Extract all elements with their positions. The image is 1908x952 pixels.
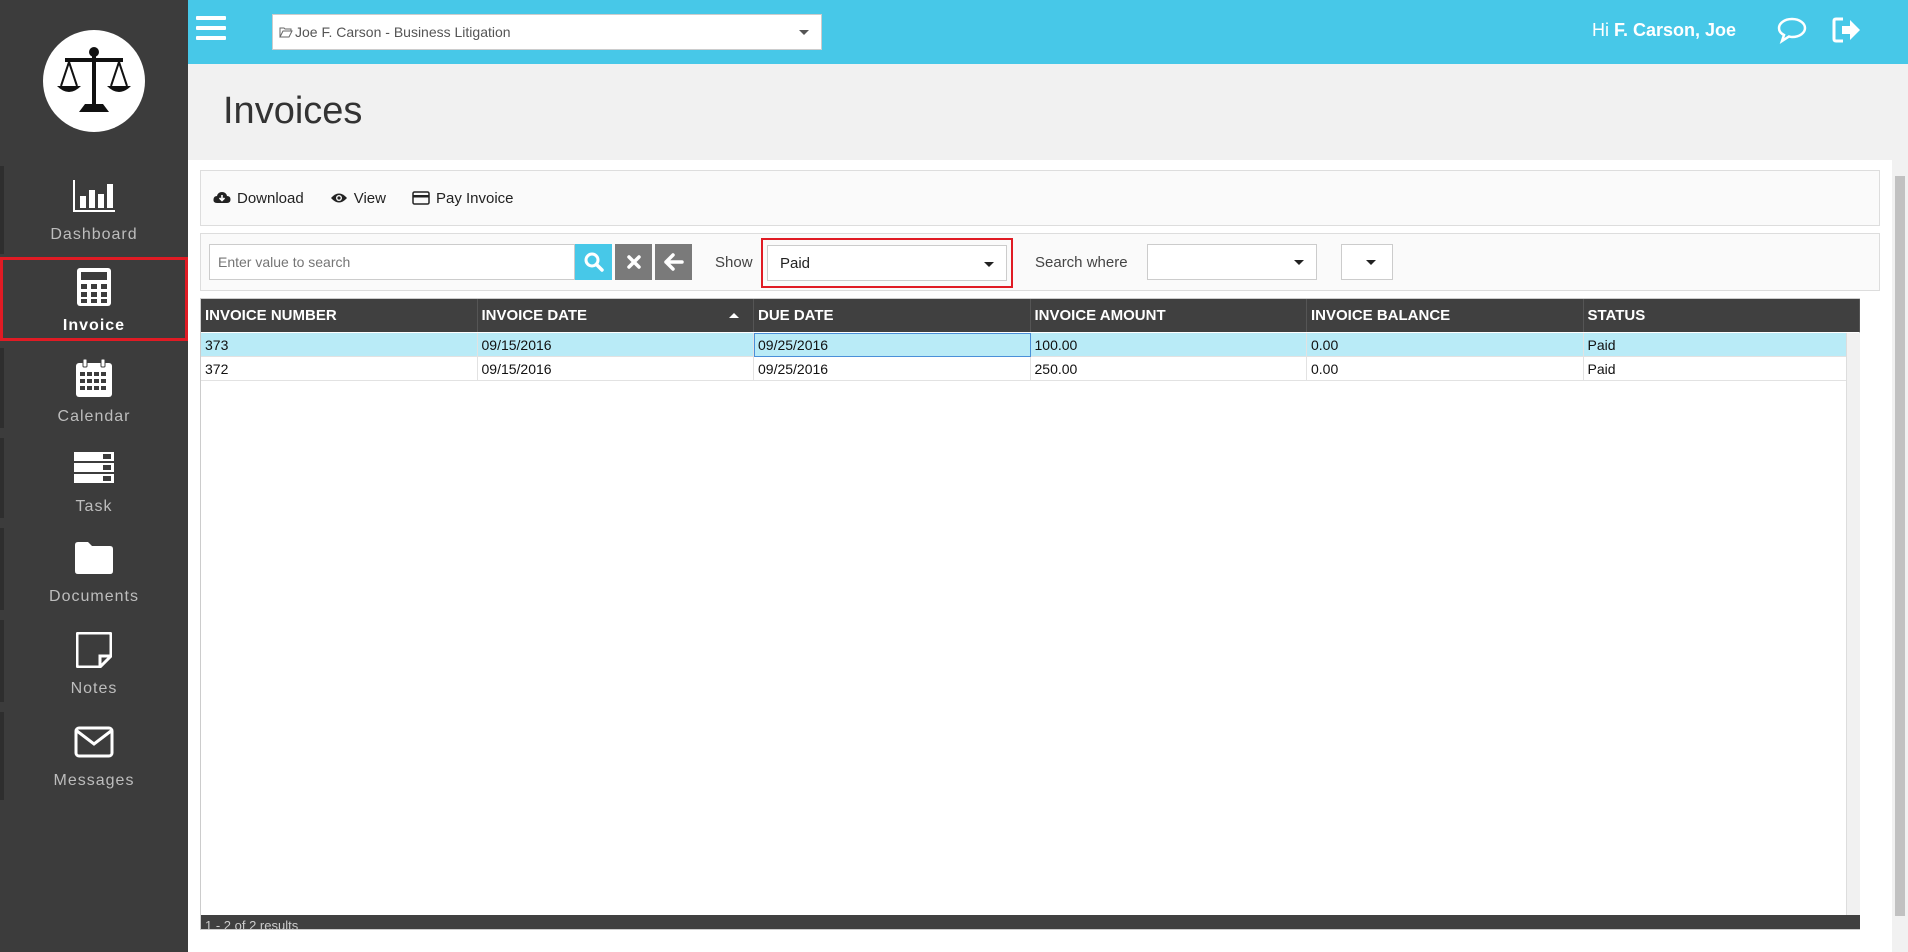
cell-due-date: 09/25/2016 [754,357,1031,381]
folder-icon [74,538,114,578]
column-header-invoice-amount[interactable]: INVOICE AMOUNT [1031,299,1307,332]
calculator-icon [76,267,112,307]
filter-bar: Show Paid Search where [200,233,1880,291]
cell-invoice-balance: 0.00 [1307,333,1584,357]
arrow-left-icon [663,253,684,271]
chevron-down-icon [1366,260,1376,265]
pay-invoice-button-label: Pay Invoice [435,189,514,207]
cell-invoice-date: 09/15/2016 [478,333,754,357]
eye-icon [330,193,347,203]
top-bar: Joe F. Carson - Business Litigation Hi F… [188,0,1908,64]
search-where-label: Search where [1035,254,1128,271]
column-header-invoice-balance[interactable]: INVOICE BALANCE [1307,299,1584,332]
folder-open-icon [279,27,293,38]
calendar-icon [75,358,113,398]
column-header-due-date[interactable]: DUE DATE [754,299,1031,332]
cell-status: Paid [1584,357,1860,381]
search-button[interactable] [575,244,612,280]
invoice-grid: INVOICE NUMBER INVOICE DATE DUE DATE INV… [200,298,1860,930]
column-header-status[interactable]: STATUS [1584,299,1860,332]
user-greeting: Hi F. Carson, Joe [1592,20,1737,40]
sidebar-item-label: Dashboard [50,226,138,243]
view-button-label: View [353,189,386,207]
column-header-invoice-date[interactable]: INVOICE DATE [478,299,754,332]
credit-card-icon [412,191,430,205]
sidebar-item-label: Messages [53,772,135,789]
show-select[interactable]: Paid [767,245,1007,281]
pager-info: 1 - 2 of 2 results [205,918,299,929]
sidebar-item-messages[interactable]: Messages [0,712,188,800]
note-icon [76,630,112,670]
search-input[interactable] [209,244,575,280]
bar-chart-icon [71,176,117,216]
show-label: Show [715,254,753,271]
grid-header: INVOICE NUMBER INVOICE DATE DUE DATE INV… [201,299,1860,332]
table-row[interactable]: 373 09/15/2016 09/25/2016 100.00 0.00 Pa… [201,333,1860,357]
action-toolbar: Download View Pay Invoice [200,170,1880,226]
chat-icon[interactable] [1776,16,1808,49]
clear-search-button[interactable] [615,244,652,280]
page-scrollbar[interactable] [1892,160,1908,952]
cell-status: Paid [1584,333,1860,357]
page-title: Invoices [223,90,363,132]
matter-select-value: Joe F. Carson - Business Litigation [295,24,511,40]
operator-select[interactable] [1341,244,1393,280]
cell-invoice-balance: 0.00 [1307,357,1584,381]
sidebar: Dashboard Invoice Calendar Task Document… [0,0,188,952]
sidebar-item-notes[interactable]: Notes [0,620,188,708]
chevron-down-icon [1294,260,1304,265]
cell-invoice-number: 373 [201,333,478,357]
cell-invoice-date: 09/15/2016 [478,357,754,381]
envelope-icon [74,722,114,762]
scales-icon [57,47,131,112]
scales-of-justice-logo[interactable] [43,30,145,132]
sidebar-item-label: Notes [70,680,118,697]
column-header-invoice-number[interactable]: INVOICE NUMBER [201,299,478,332]
logout-icon[interactable] [1832,16,1862,49]
page-scrollbar-thumb[interactable] [1895,176,1905,916]
tasks-icon [73,448,115,488]
grid-pager: 1 - 2 of 2 results [201,915,1860,929]
sidebar-item-label: Calendar [57,408,131,425]
view-button[interactable]: View [330,190,386,207]
sidebar-item-label: Documents [49,588,139,605]
cell-invoice-amount: 100.00 [1031,333,1307,357]
sidebar-item-label: Task [75,498,113,515]
close-icon [626,255,641,269]
sidebar-item-task[interactable]: Task [0,438,188,526]
chevron-down-icon [799,30,809,35]
sidebar-item-calendar[interactable]: Calendar [0,348,188,436]
cell-due-date: 09/25/2016 [754,333,1031,357]
sidebar-item-invoice[interactable]: Invoice [0,257,188,341]
table-row[interactable]: 372 09/15/2016 09/25/2016 250.00 0.00 Pa… [201,357,1860,381]
sidebar-item-documents[interactable]: Documents [0,528,188,616]
cell-invoice-amount: 250.00 [1031,357,1307,381]
matter-select[interactable]: Joe F. Carson - Business Litigation [272,14,822,50]
search-icon [584,252,604,272]
pay-invoice-button[interactable]: Pay Invoice [412,190,514,207]
menu-icon[interactable] [196,16,226,42]
back-button[interactable] [655,244,692,280]
sidebar-item-label: Invoice [62,317,126,334]
search-where-select[interactable] [1147,244,1317,280]
main-content: Download View Pay Invoice Enter value to… [188,160,1892,952]
title-band: Invoices [188,64,1908,160]
download-button-label: Download [237,189,304,207]
grid-scrollbar[interactable] [1846,333,1860,917]
show-select-highlight: Paid [761,238,1013,288]
chevron-down-icon [984,262,994,267]
show-select-value: Paid [780,255,811,272]
cloud-download-icon [213,192,231,203]
sidebar-item-dashboard[interactable]: Dashboard [0,166,188,254]
download-button[interactable]: Download [213,190,304,207]
cell-invoice-number: 372 [201,357,478,381]
sort-ascending-icon [729,313,739,318]
